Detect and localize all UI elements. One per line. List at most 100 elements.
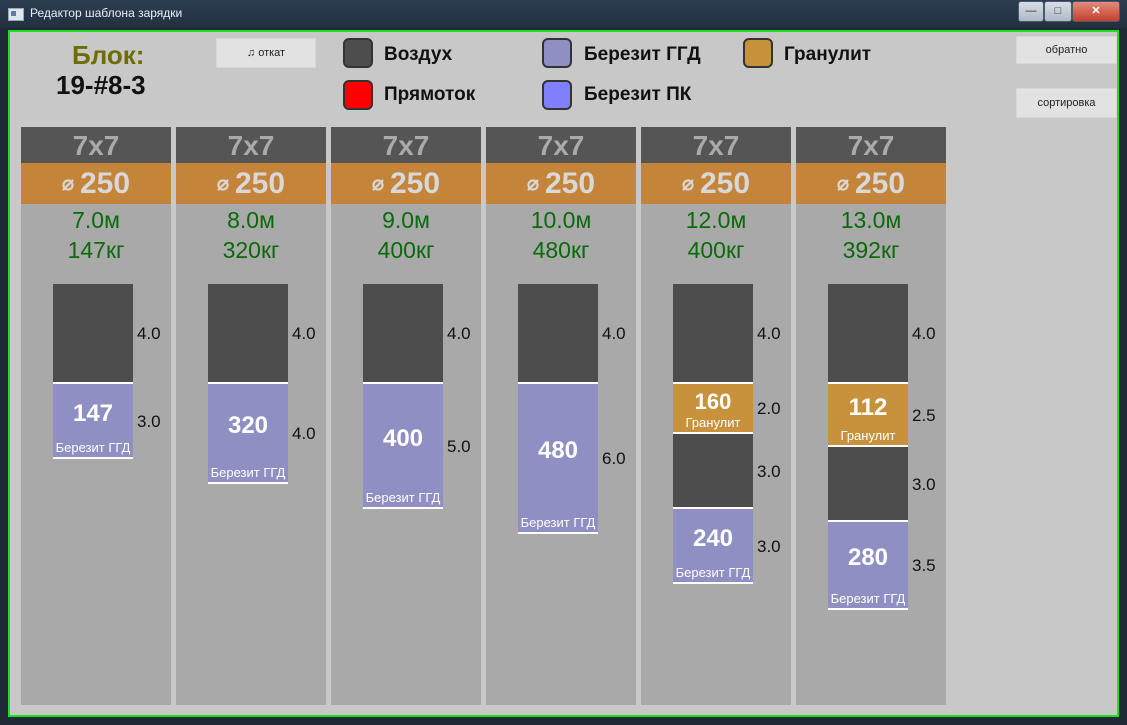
- charge-layer-air[interactable]: 4.0: [53, 284, 161, 384]
- layer-explosive-name: Березит ГГД: [210, 465, 286, 480]
- hole-diameter: ⌀ 250: [796, 163, 946, 204]
- legend-swatch-berezit-pk[interactable]: [542, 80, 572, 110]
- hole-column[interactable]: 7x7 ⌀ 250 9.0м 400кг 4.0 400 Березит ГГД 5.0: [331, 127, 481, 705]
- layer-length: 4.0: [757, 324, 781, 343]
- layer-amount: 320: [227, 412, 269, 439]
- layer-amount: 147: [72, 400, 114, 427]
- maximize-button[interactable]: □: [1044, 1, 1072, 22]
- layer-length: 5.0: [447, 437, 471, 456]
- layer-amount: 400: [382, 425, 424, 452]
- hole-column[interactable]: 7x7 ⌀ 250 13.0м 392кг 4.0 112 Гранулит 2.5 3.0 280…: [796, 127, 946, 705]
- charge-layer-air[interactable]: 4.0: [363, 284, 471, 384]
- layer-length: 4.0: [137, 324, 161, 343]
- app-icon: [8, 8, 24, 21]
- charge-stack: 4.0 480 Березит ГГД 6.0: [518, 284, 626, 534]
- charge-layer-air[interactable]: 4.0: [208, 284, 316, 384]
- layer-length: 4.0: [447, 324, 471, 343]
- layer-explosive-name: Березит ГГД: [675, 565, 751, 580]
- layer-length: 3.0: [757, 462, 781, 481]
- minimize-button[interactable]: —: [1018, 1, 1044, 22]
- layer-length: 3.5: [912, 556, 936, 575]
- charge-layer-berezit-ggd[interactable]: 480 Березит ГГД 6.0: [518, 384, 626, 534]
- layer-explosive-name: Гранулит: [685, 415, 741, 430]
- layer-length: 6.0: [602, 449, 626, 468]
- hole-size: 7x7: [641, 127, 791, 163]
- diameter-icon: ⌀: [371, 173, 384, 195]
- hole-depth: 12.0м: [685, 207, 747, 233]
- charge-layer-berezit-ggd[interactable]: 320 Березит ГГД 4.0: [208, 384, 316, 484]
- charge-stack: 4.0 112 Гранулит 2.5 3.0 280 Березит ГГД 3.5: [828, 284, 936, 610]
- hole-diameter: ⌀ 250: [331, 163, 481, 204]
- undo-button[interactable]: ♫ откат: [216, 38, 316, 68]
- layer-length: 4.0: [602, 324, 626, 343]
- charge-layer-berezit-ggd[interactable]: 240 Березит ГГД 3.0: [673, 509, 781, 584]
- layer-length: 3.0: [137, 412, 161, 431]
- layer-length: 4.0: [912, 324, 936, 343]
- charge-layer-air[interactable]: 4.0: [673, 284, 781, 384]
- charge-layer-air[interactable]: 3.0: [673, 434, 781, 509]
- hole-column[interactable]: 7x7 ⌀ 250 12.0м 400кг 4.0 160 Гранулит 2.0 3.0 240…: [641, 127, 791, 705]
- sort-button[interactable]: сортировка: [1016, 88, 1117, 118]
- hole-column[interactable]: 7x7 ⌀ 250 7.0м 147кг 4.0 147 Березит ГГД 3.0: [21, 127, 171, 705]
- title-bar: Редактор шаблона зарядки — □ ✕: [0, 0, 1127, 28]
- diameter-icon: ⌀: [526, 173, 539, 195]
- layer-explosive-name: Гранулит: [840, 428, 896, 443]
- hole-size: 7x7: [176, 127, 326, 163]
- charge-layer-granulit[interactable]: 160 Гранулит 2.0: [673, 384, 781, 434]
- charge-stack: 4.0 160 Гранулит 2.0 3.0 240 Березит ГГД 3.0: [673, 284, 781, 584]
- layer-explosive-name: Березит ГГД: [365, 490, 441, 505]
- hole-column[interactable]: 7x7 ⌀ 250 10.0м 480кг 4.0 480 Березит ГГД 6.0: [486, 127, 636, 705]
- hole-diameter: ⌀ 250: [641, 163, 791, 204]
- legend-swatch-straight[interactable]: [343, 80, 373, 110]
- hole-mass: 320кг: [222, 237, 280, 263]
- window-title: Редактор шаблона зарядки: [30, 6, 183, 20]
- hole-mass: 480кг: [532, 237, 590, 263]
- hole-diameter-value: 250: [544, 167, 596, 200]
- legend-swatch-air[interactable]: [343, 38, 373, 68]
- layer-explosive-name: Березит ГГД: [520, 515, 596, 530]
- hole-diameter-value: 250: [699, 167, 751, 200]
- hole-diameter-value: 250: [79, 167, 131, 200]
- hole-mass: 400кг: [687, 237, 745, 263]
- hole-depth: 9.0м: [382, 207, 430, 233]
- charge-stack: 4.0 320 Березит ГГД 4.0: [208, 284, 316, 484]
- charge-layer-air[interactable]: 4.0: [828, 284, 936, 384]
- hole-size: 7x7: [486, 127, 636, 163]
- layer-amount: 240: [692, 525, 734, 552]
- hole-diameter-value: 250: [854, 167, 906, 200]
- hole-diameter: ⌀ 250: [176, 163, 326, 204]
- charge-layer-berezit-ggd[interactable]: 400 Березит ГГД 5.0: [363, 384, 471, 509]
- charge-layer-air[interactable]: 4.0: [518, 284, 626, 384]
- hole-depth: 13.0м: [840, 207, 902, 233]
- layer-amount: 160: [694, 389, 732, 414]
- legend-label-granulit: Гранулит: [784, 44, 872, 65]
- hole-depth: 10.0м: [530, 207, 592, 233]
- back-button[interactable]: обратно: [1016, 36, 1117, 64]
- layer-length: 2.5: [912, 406, 936, 425]
- charge-stack: 4.0 147 Березит ГГД 3.0: [53, 284, 161, 459]
- diameter-icon: ⌀: [61, 173, 74, 195]
- hole-diameter: ⌀ 250: [486, 163, 636, 204]
- hole-mass: 400кг: [377, 237, 435, 263]
- hole-column[interactable]: 7x7 ⌀ 250 8.0м 320кг 4.0 320 Березит ГГД 4.0: [176, 127, 326, 705]
- hole-size: 7x7: [331, 127, 481, 163]
- charge-layer-granulit[interactable]: 112 Гранулит 2.5: [828, 384, 936, 447]
- charge-layer-berezit-ggd[interactable]: 147 Березит ГГД 3.0: [53, 384, 161, 459]
- hole-depth: 7.0м: [72, 207, 120, 233]
- legend-swatch-berezit-ggd[interactable]: [542, 38, 572, 68]
- charge-layer-berezit-ggd[interactable]: 280 Березит ГГД 3.5: [828, 522, 936, 610]
- editor-frame: Блок: 19-#8-3 ♫ откат обратно сортировка…: [8, 30, 1119, 717]
- diameter-icon: ⌀: [836, 173, 849, 195]
- block-id: 19-#8-3: [56, 70, 146, 100]
- legend-label-berezit-pk: Березит ПК: [584, 84, 692, 105]
- charge-stack: 4.0 400 Березит ГГД 5.0: [363, 284, 471, 509]
- close-button[interactable]: ✕: [1072, 1, 1120, 22]
- hole-mass: 147кг: [67, 237, 125, 263]
- hole-diameter: ⌀ 250: [21, 163, 171, 204]
- layer-explosive-name: Березит ГГД: [830, 591, 906, 606]
- holes-area: 7x7 ⌀ 250 7.0м 147кг 4.0 147 Березит ГГД 3.0 7x7 ⌀…: [21, 127, 947, 705]
- charge-layer-air[interactable]: 3.0: [828, 447, 936, 522]
- hole-depth: 8.0м: [227, 207, 275, 233]
- layer-amount: 112: [848, 394, 888, 421]
- legend-swatch-granulit[interactable]: [743, 38, 773, 68]
